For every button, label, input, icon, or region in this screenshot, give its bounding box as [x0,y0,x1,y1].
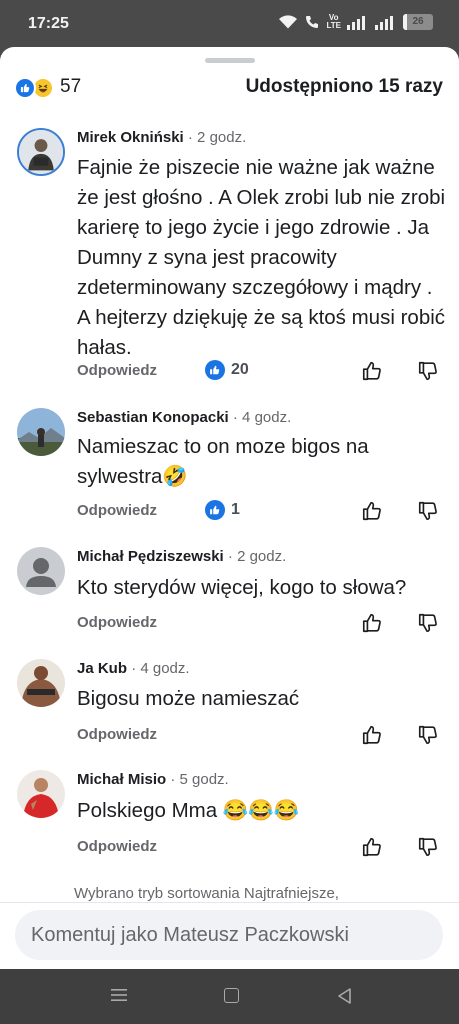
comment-like-count: 20 [205,360,249,380]
reply-button[interactable]: Odpowiedz [77,362,157,379]
thumb-down-icon[interactable] [417,500,439,522]
like-badge-icon [205,500,225,520]
comment-text: Namieszac to on moze bigos na sylwestra🤣 [77,435,369,488]
reaction-summary[interactable]: 57 Udostępniono 15 razy [14,75,443,101]
thumb-down-icon[interactable] [417,360,439,382]
status-bar: 17:25 Vo LTE 26 [0,0,459,48]
comment-author[interactable]: Sebastian Konopacki [77,409,229,426]
back-icon[interactable] [336,987,354,1005]
volte-indicator: Vo LTE [326,14,341,30]
avatar[interactable] [17,547,65,595]
comment-time: · 4 godz. [232,409,292,426]
shares-count[interactable]: Udostępniono 15 razy [246,76,443,98]
comment-actions: Odpowiedz [77,612,443,636]
avatar-photo [17,408,65,456]
comment-meta: Michał Pędziszewski · 2 godz. [77,548,286,565]
comment-actions: Odpowiedz [77,836,443,860]
comment-actions: Odpowiedz [77,724,443,748]
reaction-count: 57 [60,76,82,97]
home-icon[interactable] [224,988,239,1003]
signal-2-icon [375,14,397,30]
reply-button[interactable]: Odpowiedz [77,502,157,519]
recent-apps-icon[interactable] [110,987,128,1003]
like-count: 20 [231,361,249,378]
thumb-up-icon[interactable] [361,360,383,382]
thumb-down-icon[interactable] [417,836,439,858]
comment-like-count: 1 [205,500,240,520]
wifi-calling-icon [306,16,319,28]
sort-mode-note: Wybrano tryb sortowania Najtrafniejsze, [74,885,339,902]
avatar[interactable] [17,659,65,707]
input-divider [0,902,459,903]
default-avatar-icon [17,547,65,595]
avatar-photo [17,659,65,707]
comment-input[interactable]: Komentuj jako Mateusz Paczkowski [15,910,443,960]
comment-author[interactable]: Michał Misio [77,771,166,788]
thumb-up-icon[interactable] [361,500,383,522]
comment-meta: Ja Kub · 4 godz. [77,660,190,677]
reply-button[interactable]: Odpowiedz [77,838,157,855]
comment-text: Kto sterydów więcej, kogo to słowa? [77,576,407,599]
signal-1-icon [347,14,369,30]
thumb-up-icon[interactable] [361,724,383,746]
wifi-icon [279,15,298,29]
volte-line2: LTE [326,21,341,30]
comment-author[interactable]: Michał Pędziszewski [77,548,224,565]
comment-time: · 2 godz. [187,129,247,146]
comment-actions: Odpowiedz 20 [77,360,443,384]
comment-text: Fajnie że piszecie nie ważne jak ważne ż… [77,156,446,359]
avatar-photo [19,130,63,174]
status-time: 17:25 [28,15,69,32]
comment-actions: Odpowiedz 1 [77,500,443,524]
like-badge-icon [205,360,225,380]
comment-text: Bigosu może namieszać [77,687,300,710]
comments-sheet: 57 Udostępniono 15 razy Mirek Okniński ·… [0,47,459,969]
avatar[interactable] [17,128,65,176]
battery-icon: 26 [403,14,433,30]
sheet-drag-handle[interactable] [205,58,255,63]
thumb-down-icon[interactable] [417,724,439,746]
like-count: 1 [231,501,240,518]
comment-time: · 5 godz. [170,771,229,788]
comment-meta: Michał Misio · 5 godz. [77,771,229,788]
thumb-down-icon[interactable] [417,612,439,634]
status-icons: Vo LTE 26 [278,14,433,30]
reply-button[interactable]: Odpowiedz [77,614,157,631]
avatar-photo [17,770,65,818]
avatar[interactable] [17,408,65,456]
comment-author[interactable]: Ja Kub [77,660,127,677]
thumb-up-icon[interactable] [361,612,383,634]
avatar[interactable] [17,770,65,818]
comment-text: Polskiego Mma 😂😂😂 [77,799,300,822]
thumb-up-icon[interactable] [361,836,383,858]
system-navigation-bar [0,969,459,1024]
like-reaction-icon [14,77,36,99]
comment-meta: Mirek Okniński · 2 godz. [77,129,246,146]
reaction-icons [14,75,58,101]
comment-author[interactable]: Mirek Okniński [77,129,184,146]
reply-button[interactable]: Odpowiedz [77,726,157,743]
comment-time: · 2 godz. [227,548,287,565]
comment-meta: Sebastian Konopacki · 4 godz. [77,409,291,426]
comment-time: · 4 godz. [131,660,190,677]
